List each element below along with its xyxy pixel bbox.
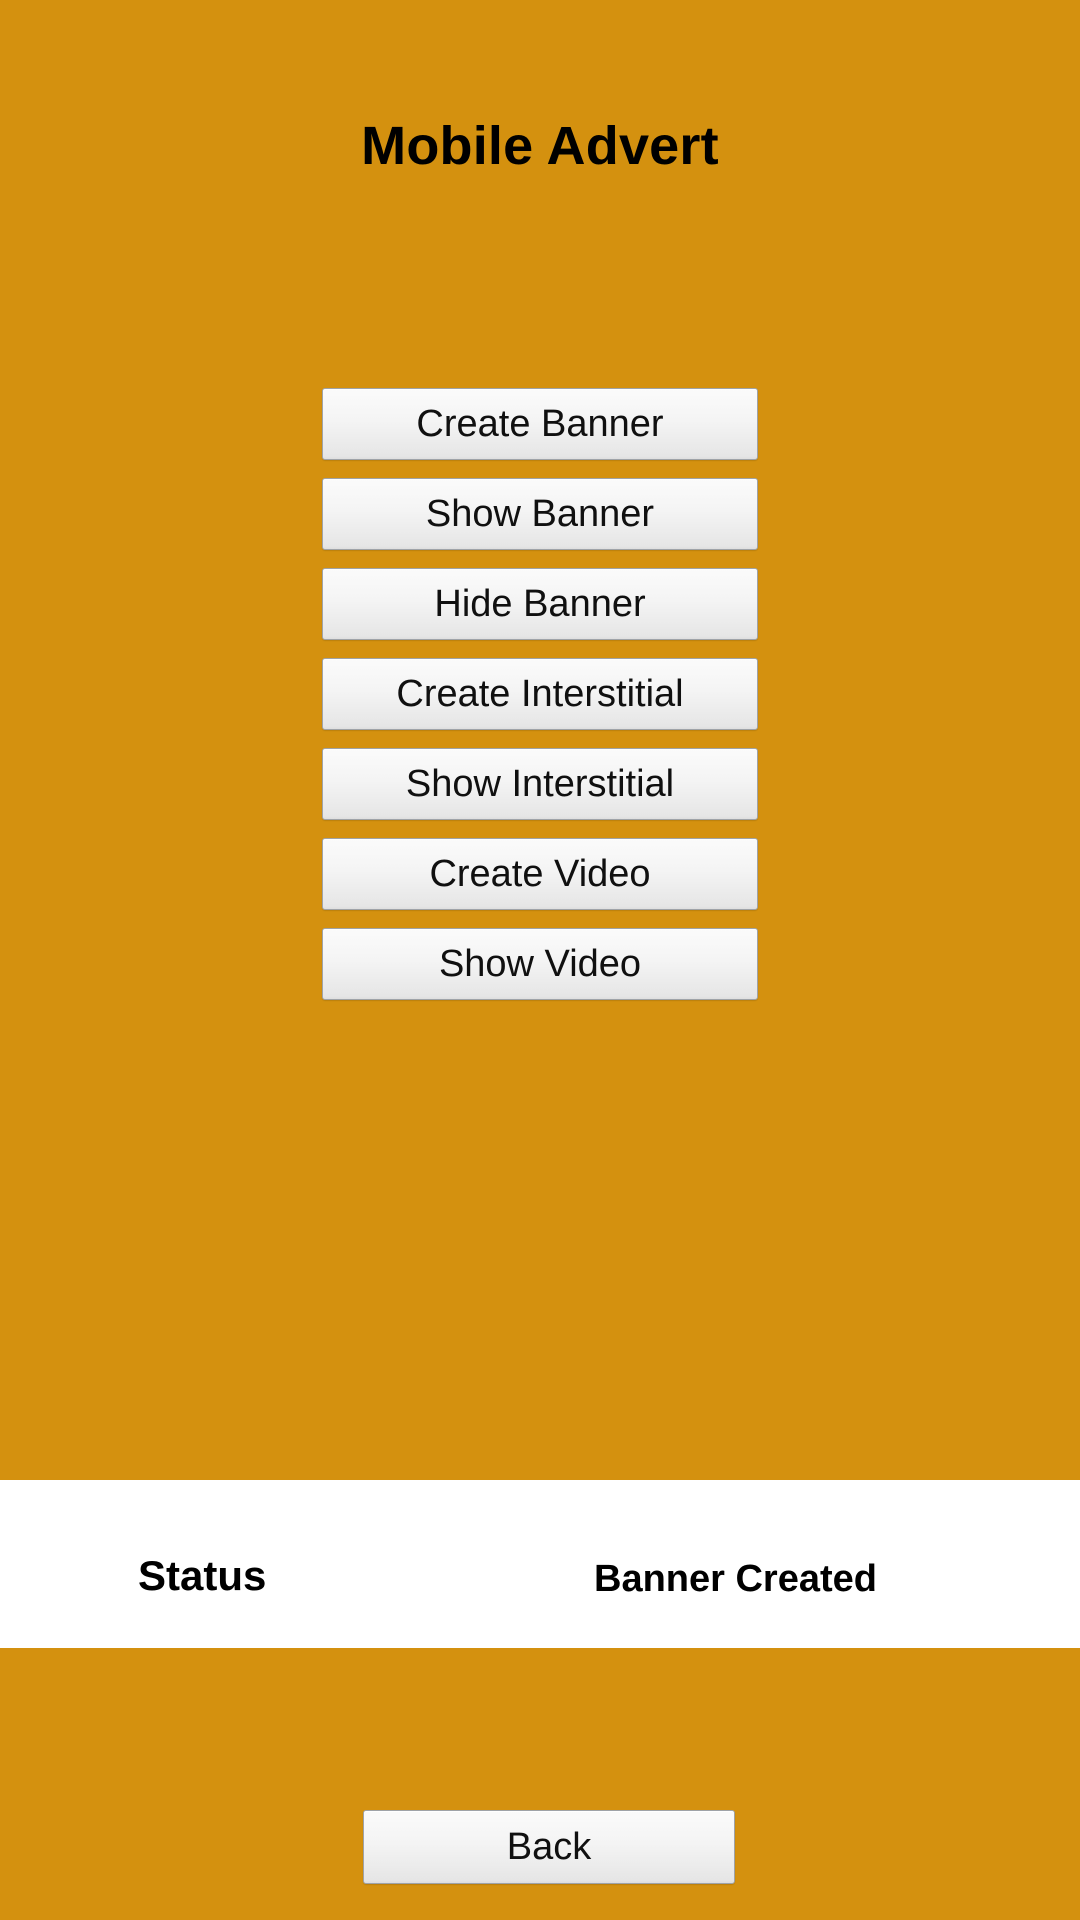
status-label: Status — [138, 1552, 267, 1599]
create-banner-button[interactable]: Create Banner — [322, 388, 758, 460]
footer-bar: Back — [0, 1648, 1080, 1920]
page-title: Mobile Advert — [361, 116, 719, 176]
back-button[interactable]: Back — [363, 1810, 735, 1884]
create-video-button[interactable]: Create Video — [322, 838, 758, 910]
show-video-button[interactable]: Show Video — [322, 928, 758, 1000]
app-root: Mobile Advert Create Banner Show Banner … — [0, 0, 1080, 1920]
main-content-area: Mobile Advert Create Banner Show Banner … — [0, 0, 1080, 1480]
show-interstitial-button[interactable]: Show Interstitial — [322, 748, 758, 820]
status-value: Banner Created — [594, 1558, 877, 1600]
hide-banner-button[interactable]: Hide Banner — [322, 568, 758, 640]
status-panel: Status Banner Created — [0, 1480, 1080, 1648]
action-button-list: Create Banner Show Banner Hide Banner Cr… — [322, 388, 758, 1000]
show-banner-button[interactable]: Show Banner — [322, 478, 758, 550]
create-interstitial-button[interactable]: Create Interstitial — [322, 658, 758, 730]
